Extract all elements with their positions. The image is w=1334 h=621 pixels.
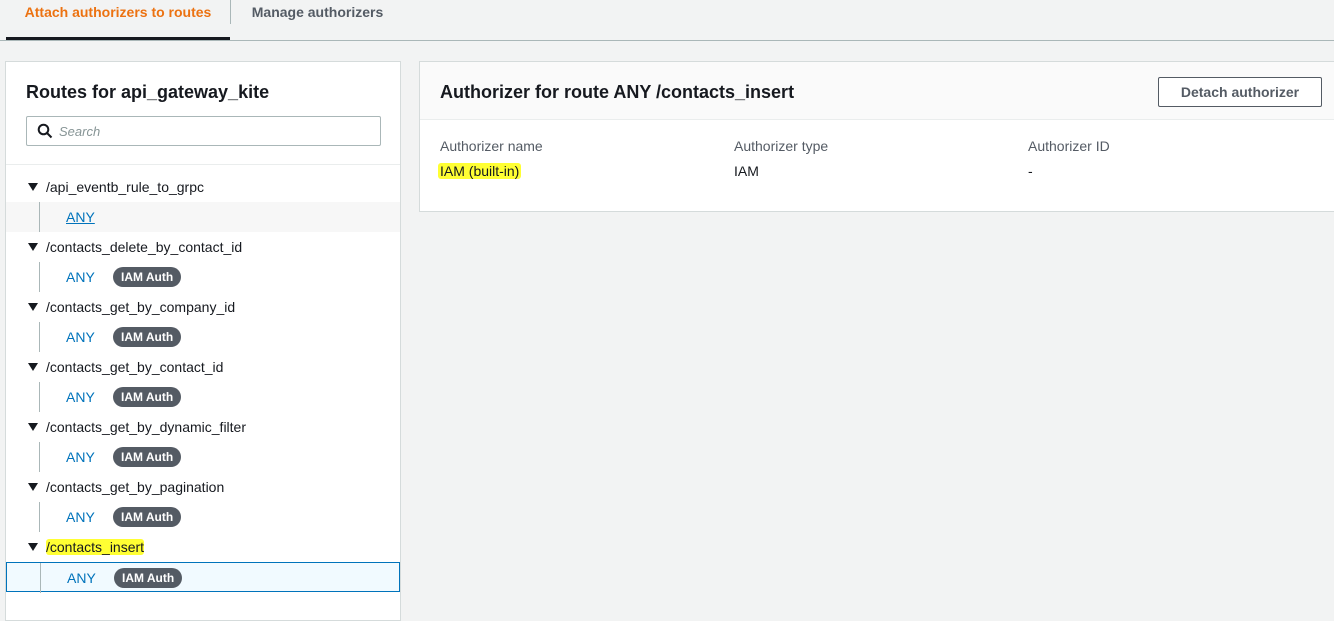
route-path: /contacts_get_by_contact_id <box>46 359 224 375</box>
caret-down-icon[interactable] <box>28 543 38 551</box>
route-path: /contacts_get_by_dynamic_filter <box>46 419 246 435</box>
method-link[interactable]: ANY <box>67 570 96 586</box>
tree-guide-line <box>39 382 40 412</box>
caret-down-icon[interactable] <box>28 183 38 191</box>
iam-auth-badge: IAM Auth <box>113 327 182 347</box>
route-group: /contacts_get_by_pagination ANY IAM Auth <box>6 472 400 532</box>
iam-auth-badge: IAM Auth <box>113 267 182 287</box>
search-field[interactable] <box>26 116 381 146</box>
method-row[interactable]: ANY IAM Auth <box>6 262 400 292</box>
routes-tree: /api_eventb_rule_to_grpc ANY /contacts_d… <box>6 172 400 593</box>
tree-guide-line <box>39 202 40 232</box>
authorizer-id-label: Authorizer ID <box>1028 138 1110 154</box>
method-row-selected[interactable]: ANY IAM Auth <box>6 562 400 593</box>
authorizer-id-value: - <box>1028 163 1033 179</box>
tree-guide-line <box>39 442 40 472</box>
iam-auth-badge: IAM Auth <box>114 568 183 588</box>
route-path: /contacts_get_by_pagination <box>46 479 225 495</box>
tab-attach-authorizers[interactable]: Attach authorizers to routes <box>6 0 230 40</box>
tab-bar: Attach authorizers to routes Manage auth… <box>0 0 1334 41</box>
tab-manage-authorizers[interactable]: Manage authorizers <box>231 0 404 40</box>
method-row[interactable]: ANY IAM Auth <box>6 442 400 472</box>
iam-auth-badge: IAM Auth <box>113 387 182 407</box>
method-link[interactable]: ANY <box>66 389 95 405</box>
method-link[interactable]: ANY <box>66 209 95 225</box>
route-row[interactable]: /contacts_get_by_contact_id <box>6 352 400 382</box>
tree-guide-line <box>40 563 41 593</box>
route-row[interactable]: /contacts_get_by_pagination <box>6 472 400 502</box>
tree-guide-line <box>39 262 40 292</box>
caret-down-icon[interactable] <box>28 363 38 371</box>
method-row[interactable]: ANY IAM Auth <box>6 382 400 412</box>
route-group: /contacts_get_by_dynamic_filter ANY IAM … <box>6 412 400 472</box>
method-link[interactable]: ANY <box>66 509 95 525</box>
authorizer-type-label: Authorizer type <box>734 138 829 154</box>
route-group: /api_eventb_rule_to_grpc ANY <box>6 172 400 232</box>
method-link[interactable]: ANY <box>66 329 95 345</box>
method-row[interactable]: ANY IAM Auth <box>6 502 400 532</box>
route-path: /contacts_insert <box>46 539 145 555</box>
caret-down-icon[interactable] <box>28 243 38 251</box>
route-row[interactable]: /contacts_get_by_dynamic_filter <box>6 412 400 442</box>
caret-down-icon[interactable] <box>28 423 38 431</box>
method-row[interactable]: ANY IAM Auth <box>6 322 400 352</box>
method-row[interactable]: ANY <box>6 202 400 232</box>
route-row[interactable]: /contacts_insert <box>6 532 400 562</box>
route-group: /contacts_insert ANY IAM Auth <box>6 532 400 593</box>
route-group: /contacts_get_by_company_id ANY IAM Auth <box>6 292 400 352</box>
routes-panel-title: Routes for api_gateway_kite <box>26 82 270 102</box>
authorizer-name-value: IAM (built-in) <box>438 163 522 179</box>
tree-guide-line <box>39 322 40 352</box>
method-link[interactable]: ANY <box>66 449 95 465</box>
route-path: /contacts_delete_by_contact_id <box>46 239 243 255</box>
route-row[interactable]: /contacts_get_by_company_id <box>6 292 400 322</box>
route-group: /contacts_get_by_contact_id ANY IAM Auth <box>6 352 400 412</box>
route-row[interactable]: /contacts_delete_by_contact_id <box>6 232 400 262</box>
divider <box>6 164 400 165</box>
authorizer-panel: Authorizer for route ANY /contacts_inser… <box>419 61 1334 212</box>
authorizer-panel-title: Authorizer for route ANY /contacts_inser… <box>440 82 795 102</box>
route-row[interactable]: /api_eventb_rule_to_grpc <box>6 172 400 202</box>
tab-manage-label: Manage authorizers <box>251 4 384 20</box>
tab-attach-label: Attach authorizers to routes <box>24 4 212 20</box>
tree-guide-line <box>39 502 40 532</box>
routes-panel: Routes for api_gateway_kite /api_eventb_… <box>5 61 401 621</box>
route-group: /contacts_delete_by_contact_id ANY IAM A… <box>6 232 400 292</box>
caret-down-icon[interactable] <box>28 303 38 311</box>
route-path: /api_eventb_rule_to_grpc <box>46 179 205 195</box>
detach-authorizer-button[interactable]: Detach authorizer <box>1158 77 1322 107</box>
authorizer-panel-header: Authorizer for route ANY /contacts_inser… <box>420 62 1334 120</box>
caret-down-icon[interactable] <box>28 483 38 491</box>
authorizer-name-label: Authorizer name <box>440 138 543 154</box>
search-input[interactable] <box>59 119 369 143</box>
iam-auth-badge: IAM Auth <box>113 507 182 527</box>
iam-auth-badge: IAM Auth <box>113 447 182 467</box>
route-path: /contacts_get_by_company_id <box>46 299 236 315</box>
method-link[interactable]: ANY <box>66 269 95 285</box>
authorizer-type-value: IAM <box>734 163 759 179</box>
search-icon <box>37 123 53 139</box>
